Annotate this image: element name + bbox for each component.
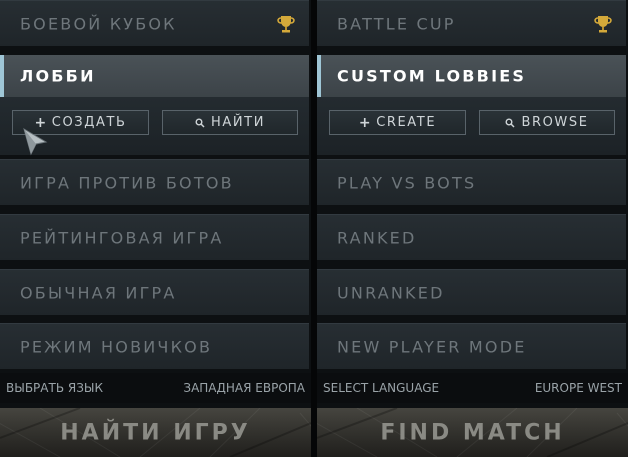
battle-cup-label: BATTLE CUP <box>337 14 456 33</box>
lobbies-label: CUSTOM LOBBIES <box>337 66 527 86</box>
select-language-link[interactable]: ВЫБРАТЬ ЯЗЫК <box>6 381 103 395</box>
browse-lobby-button[interactable]: BROWSE <box>479 110 615 135</box>
active-indicator <box>317 55 321 97</box>
lobbies-label: ЛОББИ <box>20 66 96 86</box>
trophy-icon <box>594 16 612 33</box>
mode-item-unranked[interactable]: UNRANKED <box>317 269 626 315</box>
battle-cup-item[interactable]: БОЕВОЙ КУБОК <box>0 0 309 46</box>
browse-label: НАЙТИ <box>210 115 266 130</box>
search-icon <box>505 118 515 128</box>
cursor-icon <box>23 127 48 156</box>
menu-panel-russian: БОЕВОЙ КУБОК ЛОББИ + СОЗДАТЬ НАЙТИ ИГРА … <box>0 0 311 457</box>
trophy-icon <box>277 16 295 33</box>
active-indicator <box>0 55 4 97</box>
mode-item-bots[interactable]: PLAY VS BOTS <box>317 159 626 205</box>
menu-panel-english: BATTLE CUP CUSTOM LOBBIES + CREATE BROWS… <box>317 0 628 457</box>
lobbies-item[interactable]: ЛОББИ <box>0 55 309 97</box>
find-match-label: FIND MATCH <box>380 420 565 445</box>
footer-bar: SELECT LANGUAGE EUROPE WEST <box>317 373 628 403</box>
battle-cup-item[interactable]: BATTLE CUP <box>317 0 626 46</box>
lobby-actions: + CREATE BROWSE <box>317 97 626 155</box>
search-icon <box>195 118 205 128</box>
mode-item-unranked[interactable]: ОБЫЧНАЯ ИГРА <box>0 269 309 315</box>
mode-label: UNRANKED <box>337 283 445 302</box>
mode-item-bots[interactable]: ИГРА ПРОТИВ БОТОВ <box>0 159 309 205</box>
create-label: СОЗДАТЬ <box>51 115 127 130</box>
mode-item-new-player[interactable]: NEW PLAYER MODE <box>317 323 626 369</box>
battle-cup-label: БОЕВОЙ КУБОК <box>20 14 177 33</box>
mode-label: ОБЫЧНАЯ ИГРА <box>20 283 177 302</box>
find-match-button[interactable]: НАЙТИ ИГРУ <box>0 408 311 457</box>
mode-label: RANKED <box>337 228 417 247</box>
mode-label: ИГРА ПРОТИВ БОТОВ <box>20 173 234 192</box>
region-selector[interactable]: EUROPE WEST <box>535 381 622 395</box>
select-language-link[interactable]: SELECT LANGUAGE <box>323 381 439 395</box>
mode-item-ranked[interactable]: RANKED <box>317 214 626 260</box>
mode-item-new-player[interactable]: РЕЖИМ НОВИЧКОВ <box>0 323 309 369</box>
region-selector[interactable]: ЗАПАДНАЯ ЕВРОПА <box>183 381 305 395</box>
create-lobby-button[interactable]: + CREATE <box>329 110 466 135</box>
mode-item-ranked[interactable]: РЕЙТИНГОВАЯ ИГРА <box>0 214 309 260</box>
browse-lobby-button[interactable]: НАЙТИ <box>162 110 298 135</box>
create-label: CREATE <box>376 115 437 130</box>
find-match-label: НАЙТИ ИГРУ <box>60 420 251 445</box>
find-match-button[interactable]: FIND MATCH <box>317 408 628 457</box>
browse-label: BROWSE <box>521 115 589 130</box>
mode-label: РЕЖИМ НОВИЧКОВ <box>20 337 213 356</box>
footer-bar: ВЫБРАТЬ ЯЗЫК ЗАПАДНАЯ ЕВРОПА <box>0 373 311 403</box>
mode-label: PLAY VS BOTS <box>337 173 477 192</box>
mode-label: NEW PLAYER MODE <box>337 337 527 356</box>
lobbies-item[interactable]: CUSTOM LOBBIES <box>317 55 626 97</box>
mode-label: РЕЙТИНГОВАЯ ИГРА <box>20 228 224 247</box>
plus-icon: + <box>358 114 373 131</box>
